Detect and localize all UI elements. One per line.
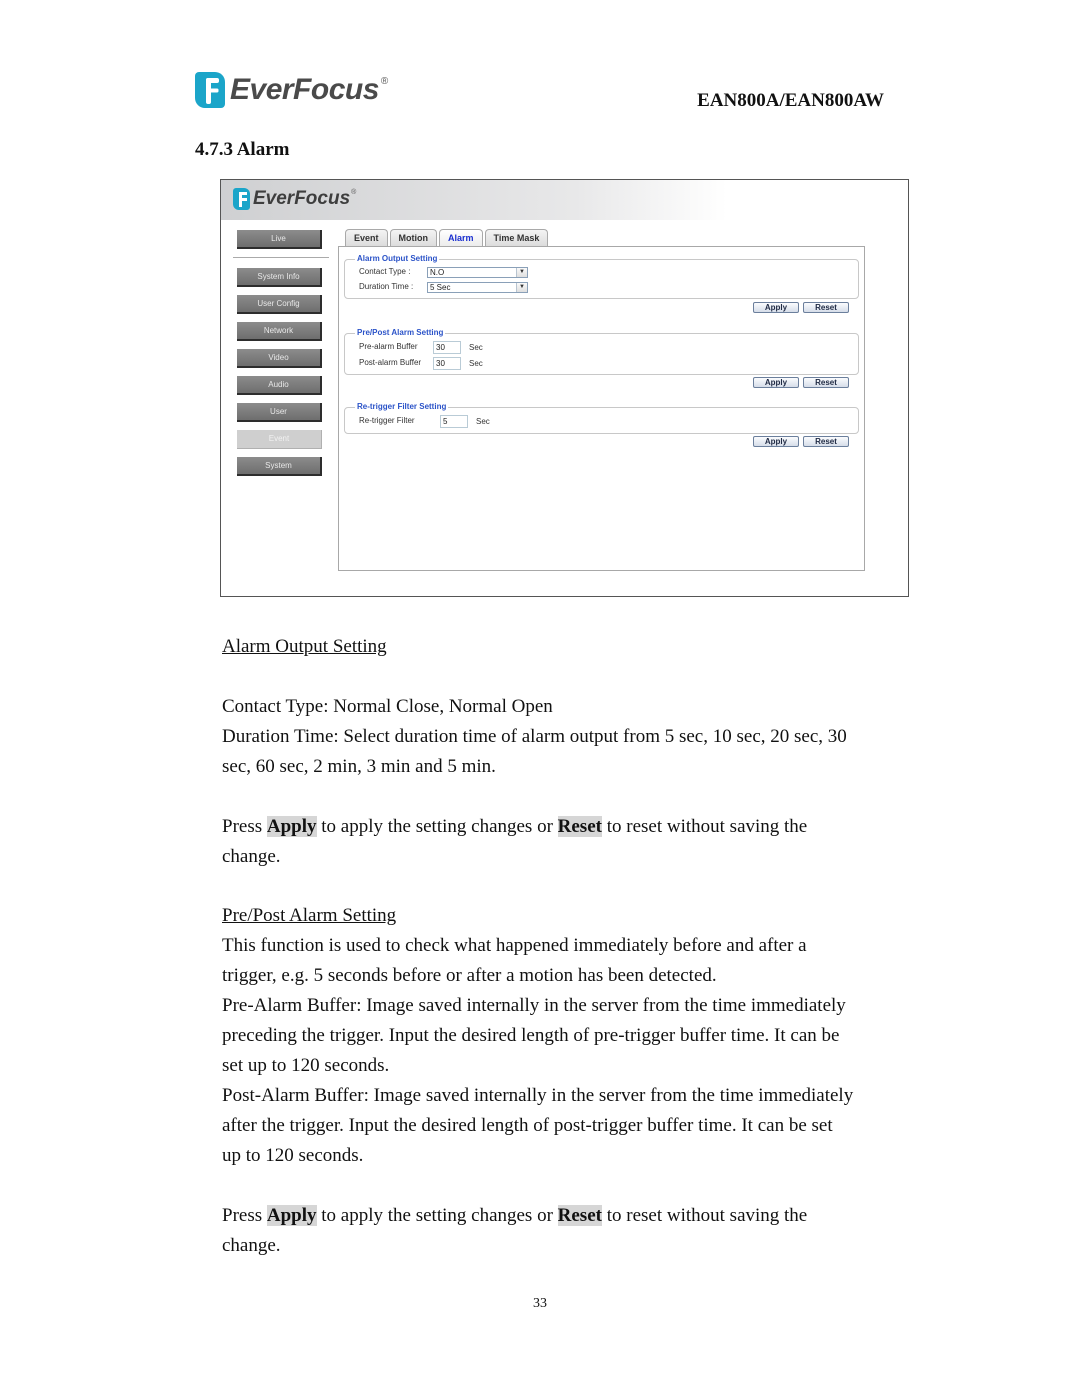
apply-highlight: Apply [266, 1205, 317, 1226]
text-fragment: Press [222, 1205, 267, 1226]
model-name: EAN800A/EAN800AW [697, 90, 884, 111]
text-fragment: Press [222, 816, 267, 837]
pre-alarm-unit: Sec [469, 343, 483, 352]
nav-event-button[interactable]: Event [237, 430, 322, 449]
contact-type-desc: Contact Type: Normal Close, Normal Open [222, 696, 553, 717]
alarm-output-apply-button[interactable]: Apply [753, 302, 799, 313]
pre-post-reset-button[interactable]: Reset [803, 377, 849, 388]
alarm-output-reset-button[interactable]: Reset [803, 302, 849, 313]
alarm-output-group: Alarm Output Setting Contact Type : N.O … [344, 254, 859, 299]
alarm-settings-screenshot: EverFocus ® Live System Info User Config… [220, 179, 909, 597]
duration-label: Duration Time : [359, 282, 414, 291]
logo-text: EverFocus [230, 73, 379, 106]
everfocus-logo: EverFocus ® [195, 70, 388, 110]
contact-type-value: N.O [430, 268, 445, 277]
app-banner: EverFocus ® [221, 180, 727, 220]
nav-divider [233, 257, 329, 258]
reset-highlight: Reset [557, 816, 602, 837]
post-alarm-input[interactable]: 30 [433, 357, 461, 370]
everfocus-logo-icon [195, 72, 225, 108]
tab-alarm[interactable]: Alarm [439, 229, 483, 246]
retrigger-row: Re-trigger Filter [359, 416, 415, 425]
change-text-1: change. [222, 846, 281, 867]
nav-live-button[interactable]: Live [237, 230, 322, 249]
alarm-output-legend: Alarm Output Setting [355, 254, 440, 263]
tab-event[interactable]: Event [345, 229, 388, 246]
pre-post-apply-button[interactable]: Apply [753, 377, 799, 388]
pre-alarm-row: Pre-alarm Buffer [359, 342, 418, 351]
duration-desc-line2: sec, 60 sec, 2 min, 3 min and 5 min. [222, 756, 496, 777]
event-tabs: Event Motion Alarm Time Mask [345, 229, 550, 246]
pre-alarm-label: Pre-alarm Buffer [359, 342, 418, 351]
post-buffer-desc-line1: Post-Alarm Buffer: Image saved internall… [222, 1085, 854, 1106]
nav-system-info-button[interactable]: System Info [237, 268, 322, 287]
pre-buffer-desc-line2: preceding the trigger. Input the desired… [222, 1025, 840, 1046]
pre-alarm-input[interactable]: 30 [433, 341, 461, 354]
text-fragment: to reset without saving the [601, 1205, 808, 1226]
duration-row: Duration Time : [359, 282, 413, 291]
pre-buffer-desc-line1: Pre-Alarm Buffer: Image saved internally… [222, 995, 846, 1016]
change-text-2: change. [222, 1235, 281, 1256]
tab-motion[interactable]: Motion [389, 229, 438, 246]
contact-type-row: Contact Type : [359, 267, 410, 276]
nav-video-button[interactable]: Video [237, 349, 322, 368]
func-desc-line1: This function is used to check what happ… [222, 935, 807, 956]
duration-value: 5 Sec [430, 283, 451, 292]
press-apply-reset-2: Press Apply to apply the setting changes… [222, 1201, 807, 1231]
chevron-down-icon[interactable]: ▼ [516, 268, 527, 277]
apply-highlight: Apply [266, 816, 317, 837]
nav-system-button[interactable]: System [237, 457, 322, 476]
nav-network-button[interactable]: Network [237, 322, 322, 341]
nav-audio-button[interactable]: Audio [237, 376, 322, 395]
text-fragment: to reset without saving the [601, 816, 808, 837]
page-number: 33 [533, 1296, 547, 1311]
nav-user-config-button[interactable]: User Config [237, 295, 322, 314]
duration-desc-line1: Duration Time: Select duration time of a… [222, 726, 847, 747]
heading-alarm-output: Alarm Output Setting [222, 636, 387, 657]
retrigger-input[interactable]: 5 [440, 415, 468, 428]
retrigger-group: Re-trigger Filter Setting Re-trigger Fil… [344, 402, 859, 434]
banner-logo-text: EverFocus [253, 188, 351, 209]
text-fragment: to apply the setting changes or [316, 816, 558, 837]
banner-logo: EverFocus ® [233, 188, 356, 210]
contact-type-select[interactable]: N.O ▼ [427, 267, 528, 278]
text-fragment: to apply the setting changes or [316, 1205, 558, 1226]
heading-pre-post: Pre/Post Alarm Setting [222, 905, 397, 926]
pre-buffer-desc-line3: set up to 120 seconds. [222, 1055, 390, 1076]
retrigger-unit: Sec [476, 417, 490, 426]
post-alarm-row: Post-alarm Buffer [359, 358, 421, 367]
retrigger-legend: Re-trigger Filter Setting [355, 402, 449, 411]
reset-highlight: Reset [557, 1205, 602, 1226]
registered-mark: ® [351, 189, 357, 196]
post-buffer-desc-line2: after the trigger. Input the desired len… [222, 1115, 833, 1136]
section-title: 4.7.3 Alarm [195, 139, 290, 160]
chevron-down-icon[interactable]: ▼ [516, 283, 527, 292]
duration-select[interactable]: 5 Sec ▼ [427, 282, 528, 293]
post-buffer-desc-line3: up to 120 seconds. [222, 1145, 364, 1166]
pre-post-legend: Pre/Post Alarm Setting [355, 328, 446, 337]
func-desc-line2: trigger, e.g. 5 seconds before or after … [222, 965, 717, 986]
alarm-content-panel: Alarm Output Setting Contact Type : N.O … [338, 246, 865, 571]
tab-time-mask[interactable]: Time Mask [484, 229, 549, 246]
registered-mark: ® [380, 76, 389, 87]
nav-user-button[interactable]: User [237, 403, 322, 422]
post-alarm-unit: Sec [469, 359, 483, 368]
pre-post-group: Pre/Post Alarm Setting Pre-alarm Buffer … [344, 328, 859, 375]
contact-type-label: Contact Type : [359, 267, 411, 276]
press-apply-reset-1: Press Apply to apply the setting changes… [222, 812, 807, 842]
retrigger-apply-button[interactable]: Apply [753, 436, 799, 447]
retrigger-label: Re-trigger Filter [359, 416, 415, 425]
retrigger-reset-button[interactable]: Reset [803, 436, 849, 447]
everfocus-logo-icon [233, 188, 250, 210]
post-alarm-label: Post-alarm Buffer [359, 358, 422, 367]
